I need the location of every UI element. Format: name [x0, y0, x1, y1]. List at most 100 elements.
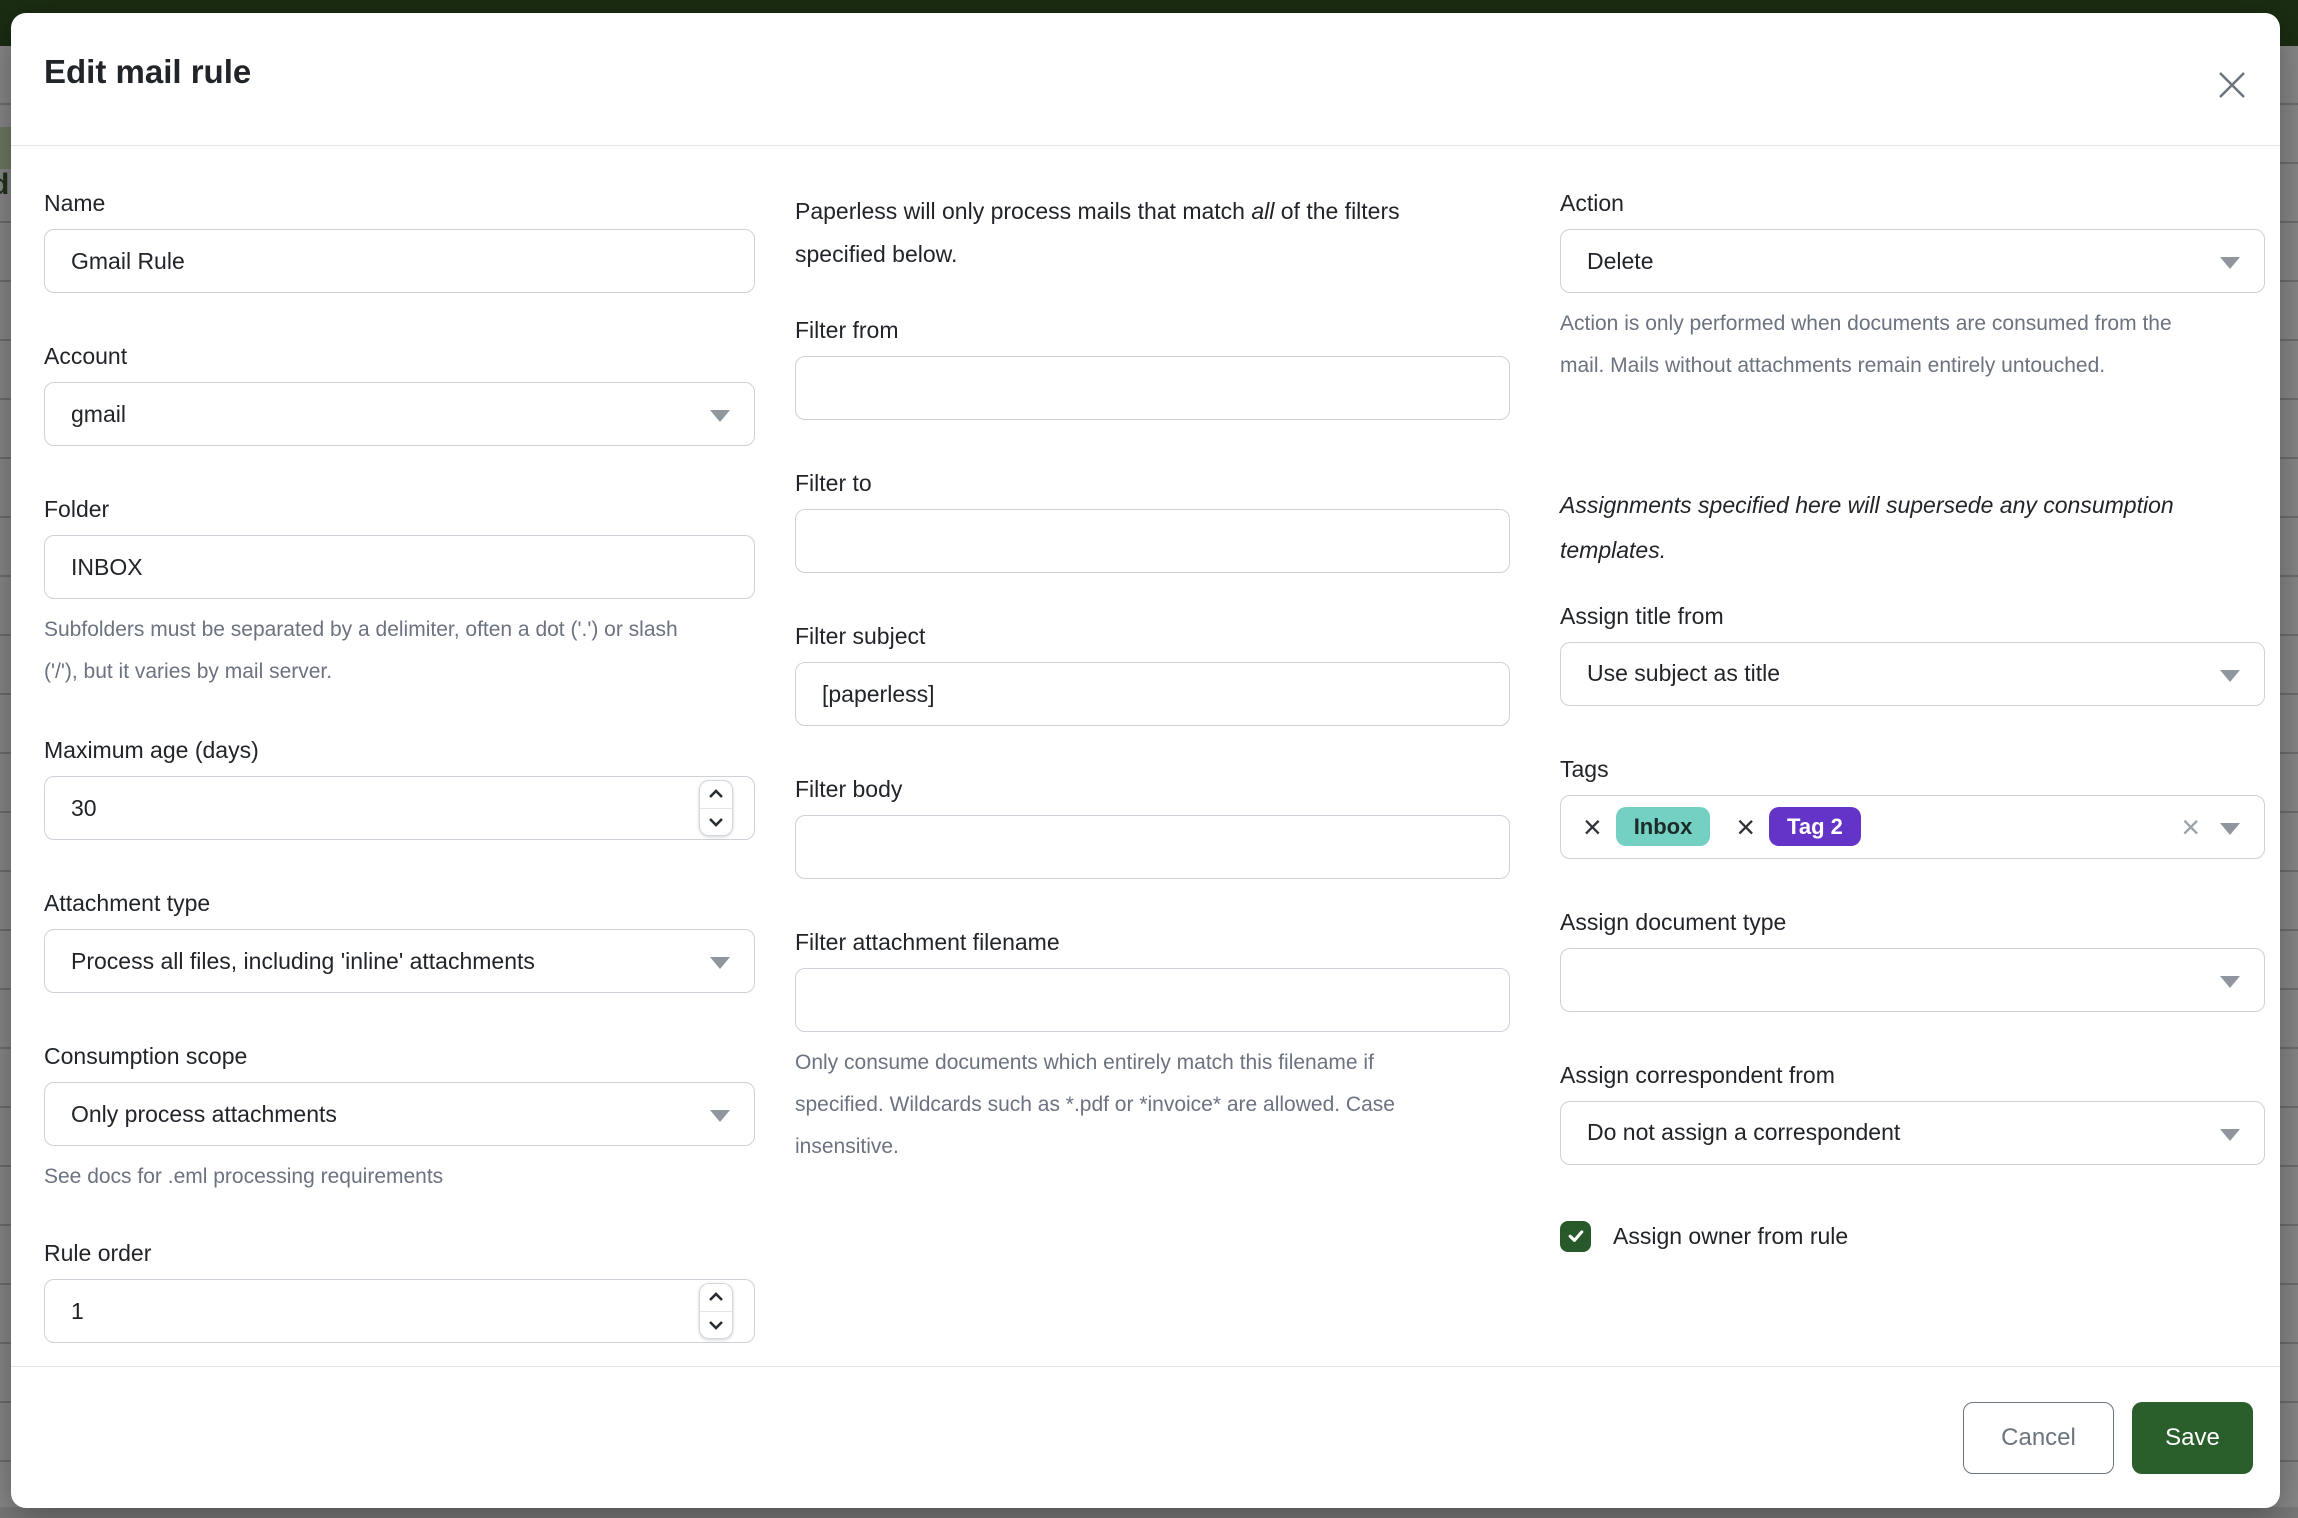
stepper-up-icon[interactable] — [700, 781, 732, 808]
maximum-age-wrap — [44, 776, 755, 840]
clear-tags-icon[interactable]: × — [2181, 811, 2200, 843]
filter-from-label: Filter from — [795, 317, 1510, 344]
maximum-age-group: Maximum age (days) — [44, 737, 755, 840]
assignments-note: Assignments specified here will supersed… — [1560, 483, 2250, 573]
filter-subject-input[interactable] — [795, 662, 1510, 726]
filters-intro-prefix: Paperless will only process mails that m… — [795, 198, 1251, 224]
assign-document-type-group: Assign document type — [1560, 909, 2265, 1012]
backdrop-bottom-strip — [0, 1507, 2298, 1518]
account-select[interactable]: gmail — [44, 382, 755, 446]
maximum-age-label: Maximum age (days) — [44, 737, 755, 764]
action-help: Action is only performed when documents … — [1560, 303, 2200, 387]
filter-from-group: Filter from — [795, 317, 1510, 420]
rule-order-label: Rule order — [44, 1240, 755, 1267]
maximum-age-stepper[interactable] — [699, 780, 733, 836]
assign-title-from-label: Assign title from — [1560, 603, 2265, 630]
rule-order-input[interactable] — [44, 1279, 755, 1343]
chevron-down-icon — [2220, 1129, 2240, 1141]
cancel-button[interactable]: Cancel — [1963, 1402, 2114, 1474]
assign-title-from-select-value: Use subject as title — [1587, 660, 1780, 687]
maximum-age-input[interactable] — [44, 776, 755, 840]
column-filters: Paperless will only process mails that m… — [795, 190, 1510, 1366]
attachment-type-label: Attachment type — [44, 890, 755, 917]
filter-to-group: Filter to — [795, 470, 1510, 573]
backdrop-edge-text: d — [0, 168, 9, 202]
assign-document-type-select[interactable] — [1560, 948, 2265, 1012]
chevron-down-icon — [2220, 257, 2240, 269]
column-action: Action Delete Action is only performed w… — [1560, 190, 2265, 1366]
filter-to-label: Filter to — [795, 470, 1510, 497]
assign-document-type-label: Assign document type — [1560, 909, 2265, 936]
filter-attachment-filename-input[interactable] — [795, 968, 1510, 1032]
filter-subject-label: Filter subject — [795, 623, 1510, 650]
rule-order-group: Rule order — [44, 1240, 755, 1343]
name-input[interactable] — [44, 229, 755, 293]
stepper-up-icon[interactable] — [700, 1284, 732, 1311]
attachment-type-select-value: Process all files, including 'inline' at… — [71, 948, 535, 975]
remove-tag-icon[interactable]: × — [1583, 811, 1602, 843]
checkmark-icon — [1567, 1227, 1585, 1245]
account-label: Account — [44, 343, 755, 370]
consumption-scope-select[interactable]: Only process attachments — [44, 1082, 755, 1146]
modal-body: Name Account gmail Folder Subfolders mus… — [11, 146, 2280, 1366]
remove-tag-icon[interactable]: × — [1736, 811, 1755, 843]
close-icon — [2212, 65, 2252, 105]
name-group: Name — [44, 190, 755, 293]
filter-body-label: Filter body — [795, 776, 1510, 803]
save-button[interactable]: Save — [2132, 1402, 2253, 1474]
chevron-down-icon — [2220, 670, 2240, 682]
action-group: Action Delete Action is only performed w… — [1560, 190, 2265, 387]
filter-attachment-filename-help: Only consume documents which entirely ma… — [795, 1042, 1450, 1168]
stepper-down-icon[interactable] — [700, 809, 732, 836]
consumption-scope-label: Consumption scope — [44, 1043, 755, 1070]
consumption-scope-select-value: Only process attachments — [71, 1101, 337, 1128]
filter-from-input[interactable] — [795, 356, 1510, 420]
rule-order-wrap — [44, 1279, 755, 1343]
filter-to-input[interactable] — [795, 509, 1510, 573]
tags-select[interactable]: × Inbox × Tag 2 × — [1560, 795, 2265, 859]
close-button[interactable] — [2212, 65, 2252, 105]
folder-help: Subfolders must be separated by a delimi… — [44, 609, 694, 693]
assign-correspondent-from-label: Assign correspondent from — [1560, 1062, 2265, 1089]
chevron-down-icon — [710, 410, 730, 422]
assign-title-from-select[interactable]: Use subject as title — [1560, 642, 2265, 706]
modal-title: Edit mail rule — [44, 53, 251, 91]
assign-correspondent-from-select[interactable]: Do not assign a correspondent — [1560, 1101, 2265, 1165]
attachment-type-select[interactable]: Process all files, including 'inline' at… — [44, 929, 755, 993]
action-select[interactable]: Delete — [1560, 229, 2265, 293]
chevron-down-icon — [2220, 823, 2240, 835]
consumption-scope-group: Consumption scope Only process attachmen… — [44, 1043, 755, 1198]
tags-group: Tags × Inbox × Tag 2 × — [1560, 756, 2265, 859]
chevron-down-icon — [710, 957, 730, 969]
assign-title-from-group: Assign title from Use subject as title — [1560, 603, 2265, 706]
assign-correspondent-from-select-value: Do not assign a correspondent — [1587, 1119, 1900, 1146]
filter-body-group: Filter body — [795, 776, 1510, 879]
filter-attachment-filename-group: Filter attachment filename Only consume … — [795, 929, 1510, 1168]
action-label: Action — [1560, 190, 2265, 217]
assign-owner-row: Assign owner from rule — [1560, 1221, 2265, 1252]
assign-owner-checkbox[interactable] — [1560, 1221, 1591, 1252]
action-select-value: Delete — [1587, 248, 1653, 275]
tag-pill-tag2: Tag 2 — [1769, 807, 1861, 846]
account-select-value: gmail — [71, 401, 126, 428]
account-group: Account gmail — [44, 343, 755, 446]
chevron-down-icon — [710, 1110, 730, 1122]
consumption-scope-help: See docs for .eml processing requirement… — [44, 1156, 755, 1198]
filters-intro: Paperless will only process mails that m… — [795, 190, 1495, 275]
modal-footer: Cancel Save — [11, 1366, 2280, 1508]
folder-group: Folder Subfolders must be separated by a… — [44, 496, 755, 693]
assign-correspondent-from-group: Assign correspondent from Do not assign … — [1560, 1062, 2265, 1165]
stepper-down-icon[interactable] — [700, 1312, 732, 1339]
filter-body-input[interactable] — [795, 815, 1510, 879]
chevron-down-icon — [2220, 976, 2240, 988]
column-general: Name Account gmail Folder Subfolders mus… — [44, 190, 755, 1366]
tags-label: Tags — [1560, 756, 2265, 783]
attachment-type-group: Attachment type Process all files, inclu… — [44, 890, 755, 993]
rule-order-stepper[interactable] — [699, 1283, 733, 1339]
filter-attachment-filename-label: Filter attachment filename — [795, 929, 1510, 956]
folder-input[interactable] — [44, 535, 755, 599]
modal-header: Edit mail rule — [11, 13, 2280, 146]
folder-label: Folder — [44, 496, 755, 523]
filters-intro-italic: all — [1251, 198, 1274, 224]
name-label: Name — [44, 190, 755, 217]
